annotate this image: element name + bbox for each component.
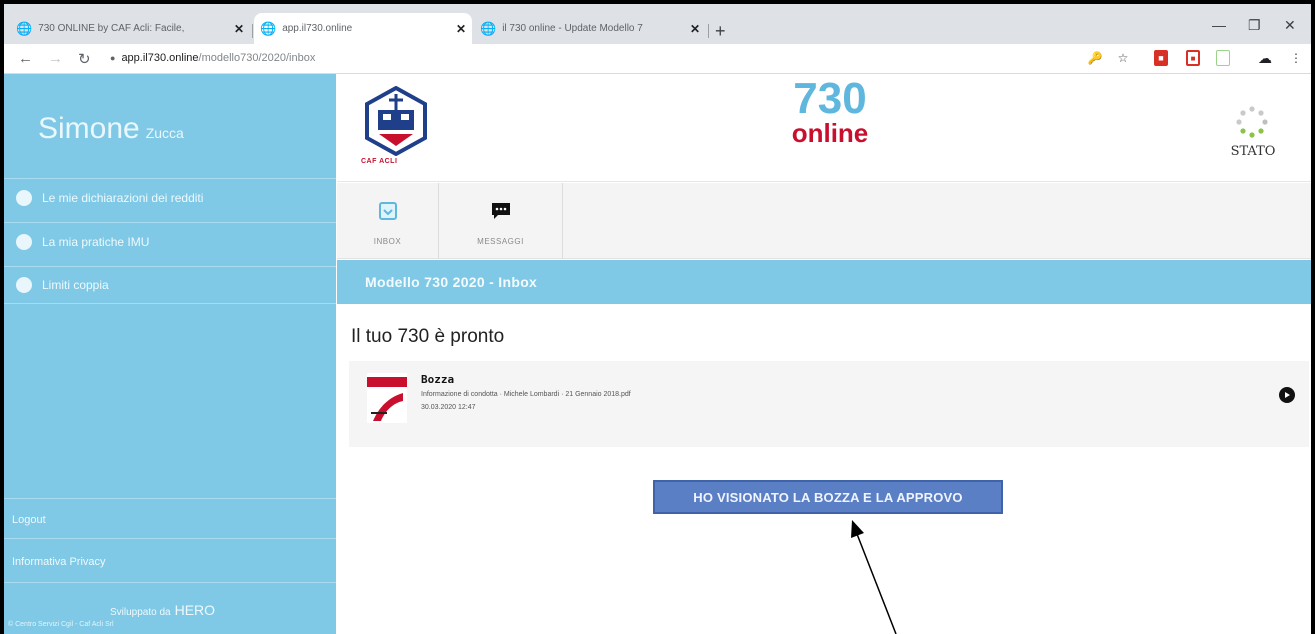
privacy-link[interactable]: Informativa Privacy: [12, 556, 106, 568]
developed-by: Sviluppato da HERO: [110, 602, 215, 618]
section-title: Modello 730 2020 - Inbox: [365, 274, 538, 290]
caf-acli-logo[interactable]: [361, 86, 431, 156]
sidebar-item-dichiarazioni[interactable]: Le mie dichiarazioni dei redditi: [4, 178, 336, 216]
sidebar-item-label: La mia pratiche IMU: [42, 234, 150, 249]
lock-icon: ●: [110, 53, 116, 63]
document-card[interactable]: Bozza Informazione di condotta · Michele…: [349, 361, 1309, 447]
developer-brand[interactable]: HERO: [175, 602, 215, 618]
address-bar: ← → ↻ ● app.il730.online/modello730/2020/…: [4, 44, 1311, 74]
user-last-name: Zucca: [145, 125, 184, 141]
close-icon[interactable]: ✕: [456, 22, 466, 36]
sidebar-item-limiti[interactable]: Limiti coppia: [4, 266, 336, 304]
user-name: Simone Zucca: [38, 112, 184, 146]
approve-draft-button[interactable]: HO VISIONATO LA BOZZA E LA APPROVO: [653, 480, 1003, 514]
globe-icon: 🌐: [480, 20, 497, 36]
section-banner: Modello 730 2020 - Inbox: [337, 260, 1311, 304]
status-spinner-icon[interactable]: [1236, 106, 1268, 138]
star-icon[interactable]: ☆: [1116, 50, 1130, 66]
key-icon[interactable]: 🔑: [1088, 50, 1103, 66]
inbox-icon: [377, 201, 399, 221]
sidebar: Simone Zucca Le mie dichiarazioni dei red…: [4, 74, 336, 634]
browser-tab-1[interactable]: 🌐 730 ONLINE by CAF Acli: Facile, ✕: [10, 13, 250, 44]
url-field[interactable]: ● app.il730.online/modello730/2020/inbox: [110, 52, 315, 64]
globe-icon: 🌐: [260, 20, 277, 36]
document-date: 30.03.2020 12:47: [421, 404, 476, 411]
document-name[interactable]: Bozza: [421, 373, 454, 386]
sidebar-item-label: Le mie dichiarazioni dei redditi: [42, 190, 204, 205]
extension-icon[interactable]: [1216, 50, 1230, 66]
forward-icon[interactable]: →: [48, 50, 63, 67]
tab-separator: [252, 24, 253, 38]
extension-icon[interactable]: ■: [1186, 50, 1200, 66]
people-icon: [16, 277, 32, 293]
tab-messaggi[interactable]: MESSAGGI: [439, 183, 563, 259]
tab-title: 730 ONLINE by CAF Acli: Facile,: [38, 23, 185, 34]
developed-by-label: Sviluppato da: [110, 607, 171, 618]
globe-icon: 🌐: [16, 20, 33, 36]
user-first-name: Simone: [38, 112, 140, 145]
tab-separator: [708, 24, 709, 38]
reload-icon[interactable]: ↻: [78, 50, 91, 68]
extension-icon[interactable]: ■: [1154, 50, 1168, 66]
sidebar-item-label: Limiti coppia: [42, 278, 109, 292]
tab-label: MESSAGGI: [477, 237, 524, 246]
browser-tab-2[interactable]: 🌐 app.il730.online ✕: [254, 13, 472, 44]
page-heading: Il tuo 730 è pronto: [351, 326, 505, 347]
sidebar-item-imu[interactable]: La mia pratiche IMU: [4, 222, 336, 260]
brand-number: 730: [793, 74, 867, 123]
minimize-icon[interactable]: —: [1212, 17, 1226, 33]
main-content: CAF ACLI 730 online STATO INBOX MESSAGGI: [337, 74, 1311, 634]
divider: [4, 538, 336, 539]
document-icon: [16, 189, 32, 206]
browser-tabstrip: 🌐 730 ONLINE by CAF Acli: Facile, ✕ 🌐 ap…: [4, 4, 1311, 44]
message-icon: [490, 201, 512, 221]
tab-title: app.il730.online: [282, 23, 353, 34]
pdf-icon: [367, 373, 407, 423]
status-label[interactable]: STATO: [1225, 144, 1281, 159]
divider: [4, 582, 336, 583]
tab-title: il 730 online - Update Modello 7: [502, 23, 643, 34]
document-description: Informazione di condotta · Michele Lomba…: [421, 391, 631, 398]
menu-icon[interactable]: ⋮: [1290, 50, 1302, 66]
browser-tab-3[interactable]: 🌐 il 730 online - Update Modello 7 ✕: [474, 13, 706, 44]
back-icon[interactable]: ←: [18, 50, 33, 67]
profile-icon[interactable]: ☁: [1256, 50, 1274, 66]
home-icon: [16, 233, 32, 250]
brand-word: online: [791, 118, 869, 148]
close-icon[interactable]: ✕: [690, 22, 700, 36]
window-close-icon[interactable]: ✕: [1284, 17, 1296, 34]
logout-link[interactable]: Logout: [12, 514, 46, 526]
divider: [4, 498, 336, 499]
section-tabs: INBOX MESSAGGI: [337, 183, 1311, 259]
copyright-text: © Centro Servizi Cgil - Caf Acli Srl: [8, 621, 114, 628]
restore-icon[interactable]: ❐: [1248, 17, 1261, 34]
url-domain: app.il730.online: [121, 52, 199, 64]
logo-caption: CAF ACLI: [361, 158, 398, 165]
tab-inbox[interactable]: INBOX: [337, 183, 439, 259]
new-tab-button[interactable]: +: [715, 21, 726, 42]
app-header: CAF ACLI 730 online STATO: [337, 74, 1311, 182]
close-icon[interactable]: ✕: [234, 22, 244, 36]
play-icon[interactable]: [1279, 387, 1295, 403]
url-path: /modello730/2020/inbox: [198, 52, 316, 64]
tab-label: INBOX: [373, 237, 402, 246]
